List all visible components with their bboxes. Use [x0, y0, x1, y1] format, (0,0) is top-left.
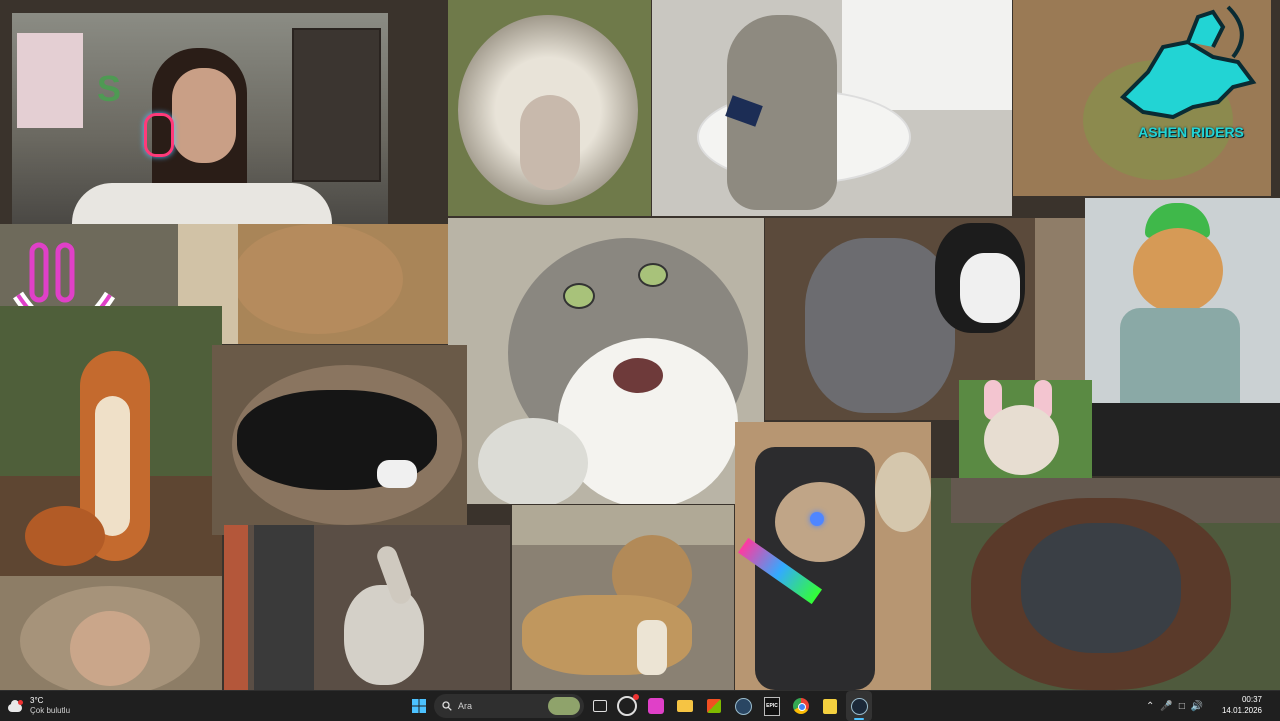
ashen-riders-logo-photo: ASHEN RIDERS [1013, 0, 1271, 196]
donkey-photo [224, 525, 510, 690]
squirrel-photo [0, 306, 222, 576]
clock-time: 00:37 [1241, 695, 1262, 704]
taskbar-app-smiley[interactable] [643, 691, 669, 721]
chrome-icon [793, 698, 809, 714]
clock-date: 14.01.2026 [1221, 706, 1262, 715]
store-icon [707, 699, 721, 713]
notes-app-icon [617, 694, 639, 716]
epic-games-icon: EPIC [764, 696, 780, 716]
steam-icon [734, 697, 752, 715]
smiley-app-icon [648, 698, 664, 714]
search-box[interactable]: Ara [434, 694, 584, 718]
clock[interactable]: 00:37 14.01.2026 [1222, 694, 1262, 716]
headset-light-icon [810, 512, 824, 526]
logo-text: ASHEN RIDERS [1138, 124, 1244, 140]
taskbar-app-store[interactable] [701, 691, 727, 721]
streamer-face [172, 68, 236, 163]
taskbar: 3°C Çok bulutlu Ara EPIC ⌃ 🎤 □ 🔊 00:37 1… [0, 690, 1280, 721]
monkey-photo [0, 576, 222, 690]
shelf [292, 28, 381, 182]
wall-painting [17, 33, 83, 128]
taskbar-app-chrome[interactable] [788, 691, 814, 721]
rgb-headset [144, 113, 174, 157]
black-dog-controller-photo [212, 345, 467, 535]
steam-icon [850, 697, 868, 715]
cat-toilet-phone-photo [652, 0, 1012, 216]
chevron-up-icon[interactable]: ⌃ [1146, 701, 1154, 712]
taskbar-app-steam-2[interactable] [846, 691, 872, 721]
search-placeholder: Ara [458, 701, 473, 711]
weather-condition: Çok bulutlu [30, 706, 71, 715]
editor-app-icon [823, 698, 837, 714]
task-view-icon [593, 700, 607, 712]
dogs-bread-photo [512, 505, 734, 690]
volume-icon[interactable]: 🔊 [1191, 701, 1203, 712]
network-icon[interactable]: □ [1179, 701, 1185, 712]
orangutan-photo [931, 478, 1280, 690]
taskbar-app-explorer[interactable] [672, 691, 698, 721]
taskbar-app-editor[interactable] [817, 691, 843, 721]
weather-temp: 3°C [30, 696, 44, 705]
desktop-wallpaper: S ASHEN RIDERS [0, 0, 1280, 690]
microphone-icon[interactable]: 🎤 [1160, 701, 1172, 712]
taskbar-app-steam-1[interactable] [730, 691, 756, 721]
search-icon [442, 701, 452, 711]
shocked-cat-photo [448, 218, 764, 504]
bunny-ears-dog-photo [959, 380, 1092, 478]
folder-icon [677, 700, 693, 712]
streamer-webcam: S [12, 13, 388, 224]
sheep-photo [448, 0, 651, 216]
task-view-button[interactable] [587, 691, 613, 721]
cloud-icon [8, 700, 24, 712]
streamer-shirt [72, 183, 332, 224]
windows-icon [412, 699, 426, 713]
start-button[interactable] [406, 691, 432, 721]
search-highlight-icon [548, 697, 580, 715]
taskbar-app-notes[interactable] [614, 691, 640, 721]
gamer-cat-chair-photo [735, 422, 931, 690]
system-tray: ⌃ 🎤 □ 🔊 [1146, 691, 1203, 721]
green-hat-cat-photo [1085, 198, 1280, 476]
game-controller-icon [377, 460, 417, 488]
weather-widget[interactable]: 3°C Çok bulutlu [8, 693, 70, 719]
taskbar-app-epic[interactable]: EPIC [759, 691, 785, 721]
